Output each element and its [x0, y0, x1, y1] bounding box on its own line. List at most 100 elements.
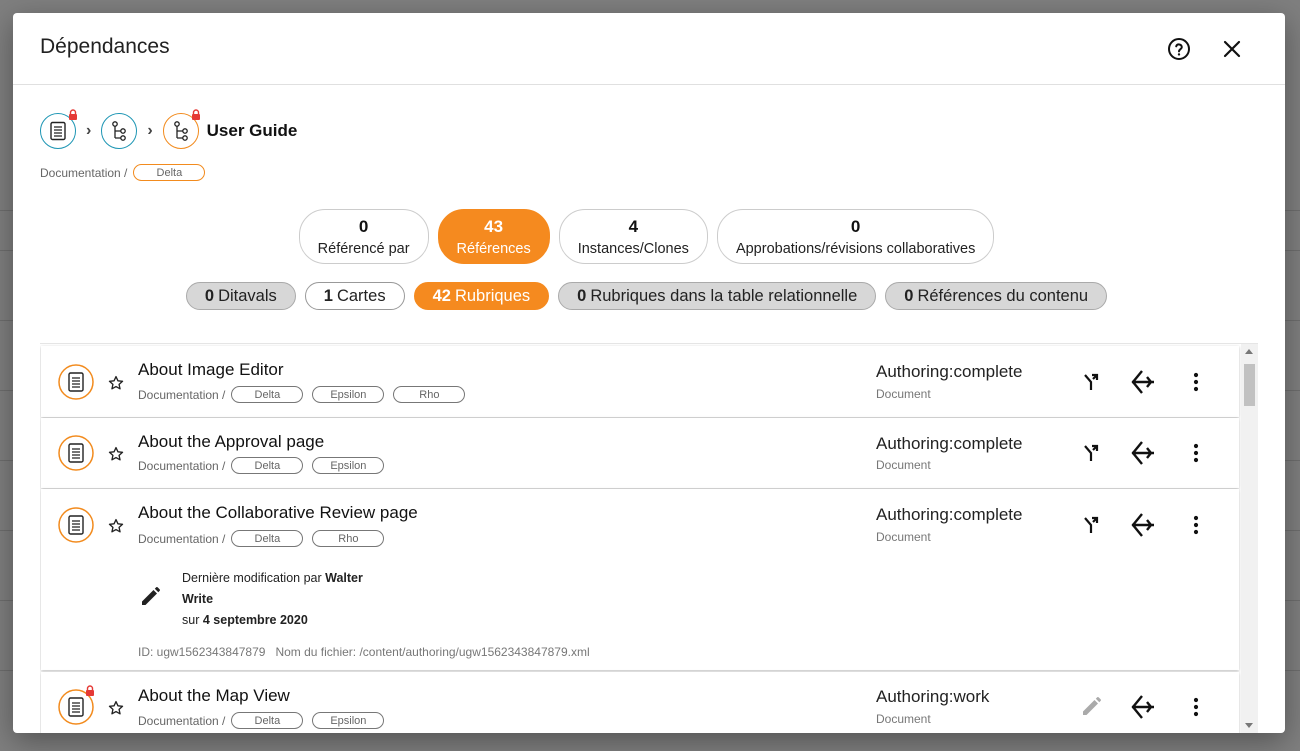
item-tag[interactable]: Epsilon [312, 712, 385, 729]
more-button[interactable] [1181, 367, 1211, 397]
scroll-thumb[interactable] [1244, 364, 1255, 406]
lock-icon [86, 685, 94, 696]
branch-button[interactable] [1076, 510, 1106, 540]
dependencies-button[interactable] [1128, 367, 1158, 397]
item-path-text: Documentation / [138, 458, 226, 473]
breadcrumb-title: User Guide [206, 121, 298, 140]
breadcrumb-current-node[interactable] [162, 109, 200, 149]
close-icon [1223, 40, 1241, 58]
chip-label: Rubriques [454, 286, 531, 305]
list-scrollbar[interactable] [1241, 344, 1258, 733]
modified-on: sur [182, 613, 200, 627]
more-button[interactable] [1181, 692, 1211, 722]
breadcrumb-tag[interactable]: Delta [133, 164, 206, 181]
branch-icon [1084, 444, 1099, 461]
item-tag[interactable]: Epsilon [312, 457, 385, 474]
star-icon[interactable] [107, 374, 125, 392]
item-tag[interactable]: Delta [231, 457, 304, 474]
tab-instances-clones[interactable]: 4 Instances/Clones [558, 209, 708, 264]
chip-label: Rubriques dans la table relationnelle [590, 286, 858, 305]
list-item[interactable]: About Image Editor Documentation / Delta… [41, 346, 1239, 417]
tab-references[interactable]: 43 Références [437, 209, 550, 264]
item-status: Authoring:complete [876, 434, 1023, 453]
breadcrumb-topic-node[interactable] [40, 109, 77, 149]
breadcrumb-path-text: Documentation / [40, 165, 128, 180]
lock-icon [69, 109, 77, 120]
document-icon [50, 121, 66, 141]
item-title[interactable]: About the Collaborative Review page [138, 503, 418, 523]
scroll-down-arrow-icon[interactable] [1245, 723, 1253, 728]
dependencies-icon [1131, 370, 1154, 394]
chip-count: 42 [432, 286, 451, 305]
chip-maps[interactable]: 1 Cartes [304, 282, 405, 310]
breadcrumb-separator: › [147, 122, 153, 139]
chip-count: 1 [323, 286, 333, 305]
help-button[interactable] [1165, 35, 1193, 63]
tab-approvals-reviews[interactable]: 0 Approbations/révisions collaboratives [716, 209, 995, 264]
item-status: Authoring:work [876, 687, 990, 706]
dependencies-button[interactable] [1128, 692, 1158, 722]
item-path-text: Documentation / [138, 387, 226, 402]
item-tag[interactable]: Rho [312, 530, 385, 547]
item-tag[interactable]: Delta [231, 712, 304, 729]
breadcrumb: › › User Guide [40, 109, 298, 149]
list-item[interactable]: About the Map View Documentation / Delta… [41, 672, 1239, 733]
dependencies-dialog: Dépendances › › User Guide Documentation… [13, 13, 1285, 733]
more-button[interactable] [1181, 438, 1211, 468]
list-item[interactable]: About the Approval page Documentation / … [41, 418, 1239, 488]
star-icon[interactable] [107, 517, 125, 535]
help-circle-icon [1168, 38, 1190, 60]
dependencies-button[interactable] [1128, 438, 1158, 468]
item-id-filename: ID: ugw1562343847879 Nom du fichier: /co… [138, 645, 590, 659]
topic-icon-wrap [58, 435, 94, 471]
breadcrumb-map-node[interactable] [101, 113, 138, 149]
list-item-expanded[interactable]: About the Collaborative Review page Docu… [41, 489, 1239, 670]
dependencies-button[interactable] [1128, 510, 1158, 540]
item-type: Document [876, 530, 931, 544]
item-path: Documentation / Delta Epsilon [138, 457, 385, 474]
map-tree-icon [112, 121, 127, 141]
item-status: Authoring:complete [876, 362, 1023, 381]
chip-content-references[interactable]: 0 Références du contenu [885, 282, 1108, 310]
chip-label: Ditavals [218, 286, 277, 305]
more-vert-icon [1193, 697, 1199, 717]
branch-button[interactable] [1076, 367, 1106, 397]
tab-label: Approbations/révisions collaboratives [735, 240, 976, 257]
modification-details: Dernière modification par Walter Write s… [182, 568, 363, 631]
chip-topics[interactable]: 42 Rubriques [413, 282, 550, 310]
item-status: Authoring:complete [876, 505, 1023, 524]
document-icon [58, 507, 94, 543]
tab-referenced-by[interactable]: 0 Référencé par [298, 209, 429, 264]
item-title[interactable]: About the Map View [138, 686, 290, 706]
item-tag[interactable]: Delta [231, 530, 304, 547]
item-type: Document [876, 458, 931, 472]
chip-reltable-topics[interactable]: 0 Rubriques dans la table relationnelle [558, 282, 877, 310]
item-path: Documentation / Delta Rho [138, 530, 385, 547]
scroll-up-arrow-icon[interactable] [1245, 349, 1253, 354]
item-type: Document [876, 387, 931, 401]
topic-icon-wrap [58, 507, 94, 543]
more-button[interactable] [1181, 510, 1211, 540]
star-icon[interactable] [107, 699, 125, 717]
filter-chips: 0 Ditavals 1 Cartes 42 Rubriques 0 Rubriques… [13, 282, 1285, 310]
edit-button[interactable] [1076, 692, 1106, 722]
more-vert-icon [1193, 372, 1199, 392]
item-path: Documentation / Delta Epsilon [138, 712, 385, 729]
item-tag[interactable]: Delta [231, 386, 304, 403]
dependency-list: About Image Editor Documentation / Delta… [40, 343, 1258, 733]
chip-ditavals[interactable]: 0 Ditavals [185, 282, 296, 310]
dialog-header: Dépendances [13, 13, 1285, 85]
dialog-title: Dépendances [40, 35, 170, 58]
map-tree-icon [173, 121, 188, 141]
star-icon[interactable] [107, 445, 125, 463]
item-title[interactable]: About Image Editor [138, 360, 284, 380]
close-button[interactable] [1218, 35, 1246, 63]
document-icon [58, 435, 94, 471]
item-tag[interactable]: Epsilon [312, 386, 385, 403]
item-tag[interactable]: Rho [393, 386, 466, 403]
tab-count: 4 [628, 216, 639, 236]
branch-button[interactable] [1076, 438, 1106, 468]
item-path: Documentation / Delta Epsilon Rho [138, 386, 466, 403]
branch-icon [1084, 373, 1099, 390]
item-title[interactable]: About the Approval page [138, 432, 324, 452]
